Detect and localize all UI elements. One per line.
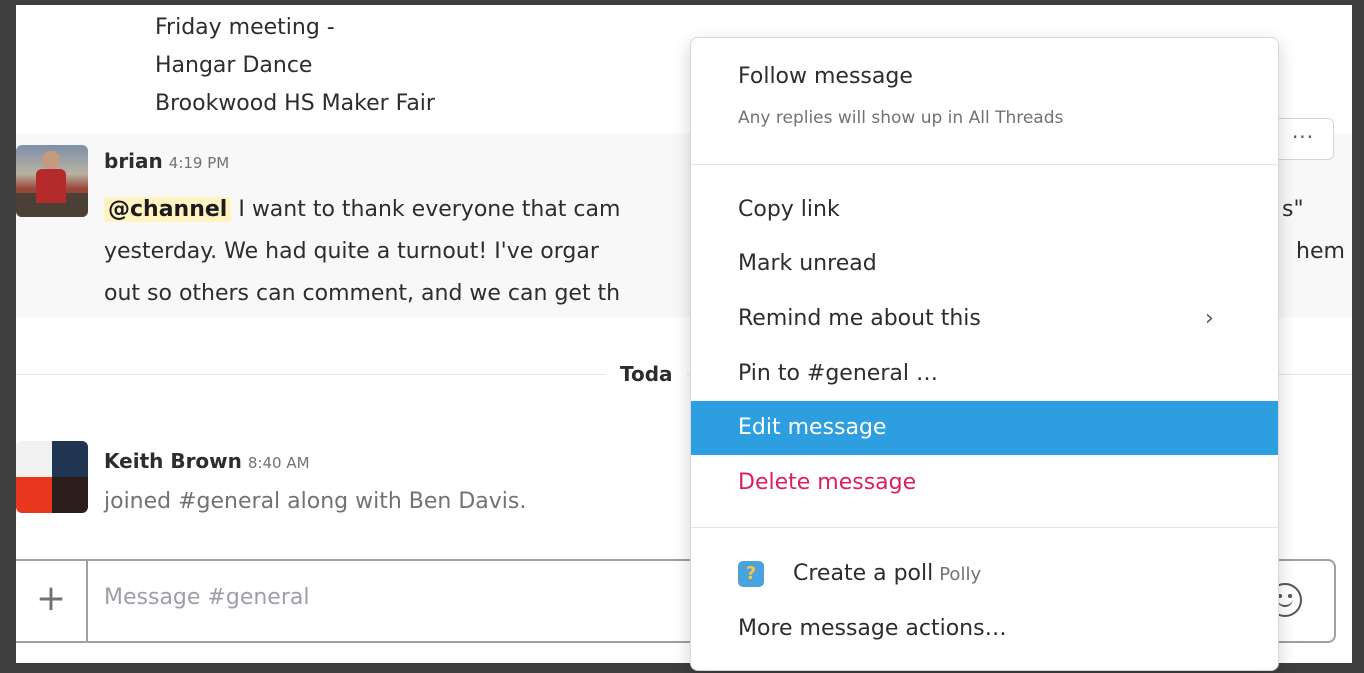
topic-line: Friday meeting - (155, 15, 335, 40)
follow-message-item[interactable]: Follow message Any replies will show up … (691, 38, 1278, 164)
frame-left (0, 0, 16, 673)
message-text: out so others can comment, and we can ge… (104, 281, 621, 306)
message-text: yesterday. We had quite a turnout! I've … (104, 239, 599, 264)
topic-line: Hangar Dance (155, 53, 313, 78)
avatar[interactable] (16, 145, 88, 217)
message-text-tail: s" (1282, 197, 1304, 222)
message-header: Keith Brown 8:40 AM (104, 447, 310, 477)
remind-me-item[interactable]: Remind me about this › (691, 292, 1278, 346)
poll-app-name: Polly (939, 564, 982, 585)
channel-mention[interactable]: @channel (104, 197, 232, 222)
author-name[interactable]: brian (104, 149, 163, 173)
chevron-right-icon: › (1205, 306, 1214, 331)
menu-divider (691, 164, 1278, 165)
timestamp[interactable]: 8:40 AM (248, 454, 310, 472)
message-input[interactable]: Message #general (104, 585, 309, 610)
copy-link-item[interactable]: Copy link (691, 183, 1278, 237)
topic-line: Brookwood HS Maker Fair (155, 91, 435, 116)
message-text: I want to thank everyone that cam (231, 197, 621, 222)
author-name[interactable]: Keith Brown (104, 449, 242, 473)
pin-to-channel-item[interactable]: Pin to #general … (691, 347, 1278, 401)
message-actions-menu: Follow message Any replies will show up … (690, 37, 1279, 671)
day-divider-label[interactable]: Toda (606, 359, 687, 389)
follow-message-label: Follow message (738, 64, 913, 89)
polly-icon: ? (738, 561, 764, 587)
message-header: brian 4:19 PM (104, 147, 229, 177)
remind-me-label: Remind me about this (738, 306, 981, 331)
join-message-text: joined #general along with Ben Davis. (104, 489, 527, 514)
create-poll-label: Create a poll Polly (793, 561, 982, 586)
delete-message-item[interactable]: Delete message (691, 456, 1278, 510)
previous-message-text: Friday meeting - Hangar Dance Brookwood … (155, 9, 435, 123)
menu-divider (691, 527, 1278, 528)
avatar[interactable] (16, 441, 88, 513)
timestamp[interactable]: 4:19 PM (169, 154, 229, 172)
frame-right (1352, 0, 1364, 673)
follow-message-description: Any replies will show up in All Threads (738, 108, 1064, 128)
message-text-tail: hem (1296, 239, 1345, 264)
more-actions-button[interactable]: ··· (1272, 118, 1334, 160)
create-poll-item[interactable]: ? Create a poll Polly (691, 547, 1278, 601)
mark-unread-item[interactable]: Mark unread (691, 237, 1278, 291)
edit-message-item[interactable]: Edit message (691, 401, 1278, 455)
add-attachment-button[interactable]: + (16, 561, 88, 641)
more-message-actions-item[interactable]: More message actions… (691, 602, 1278, 656)
